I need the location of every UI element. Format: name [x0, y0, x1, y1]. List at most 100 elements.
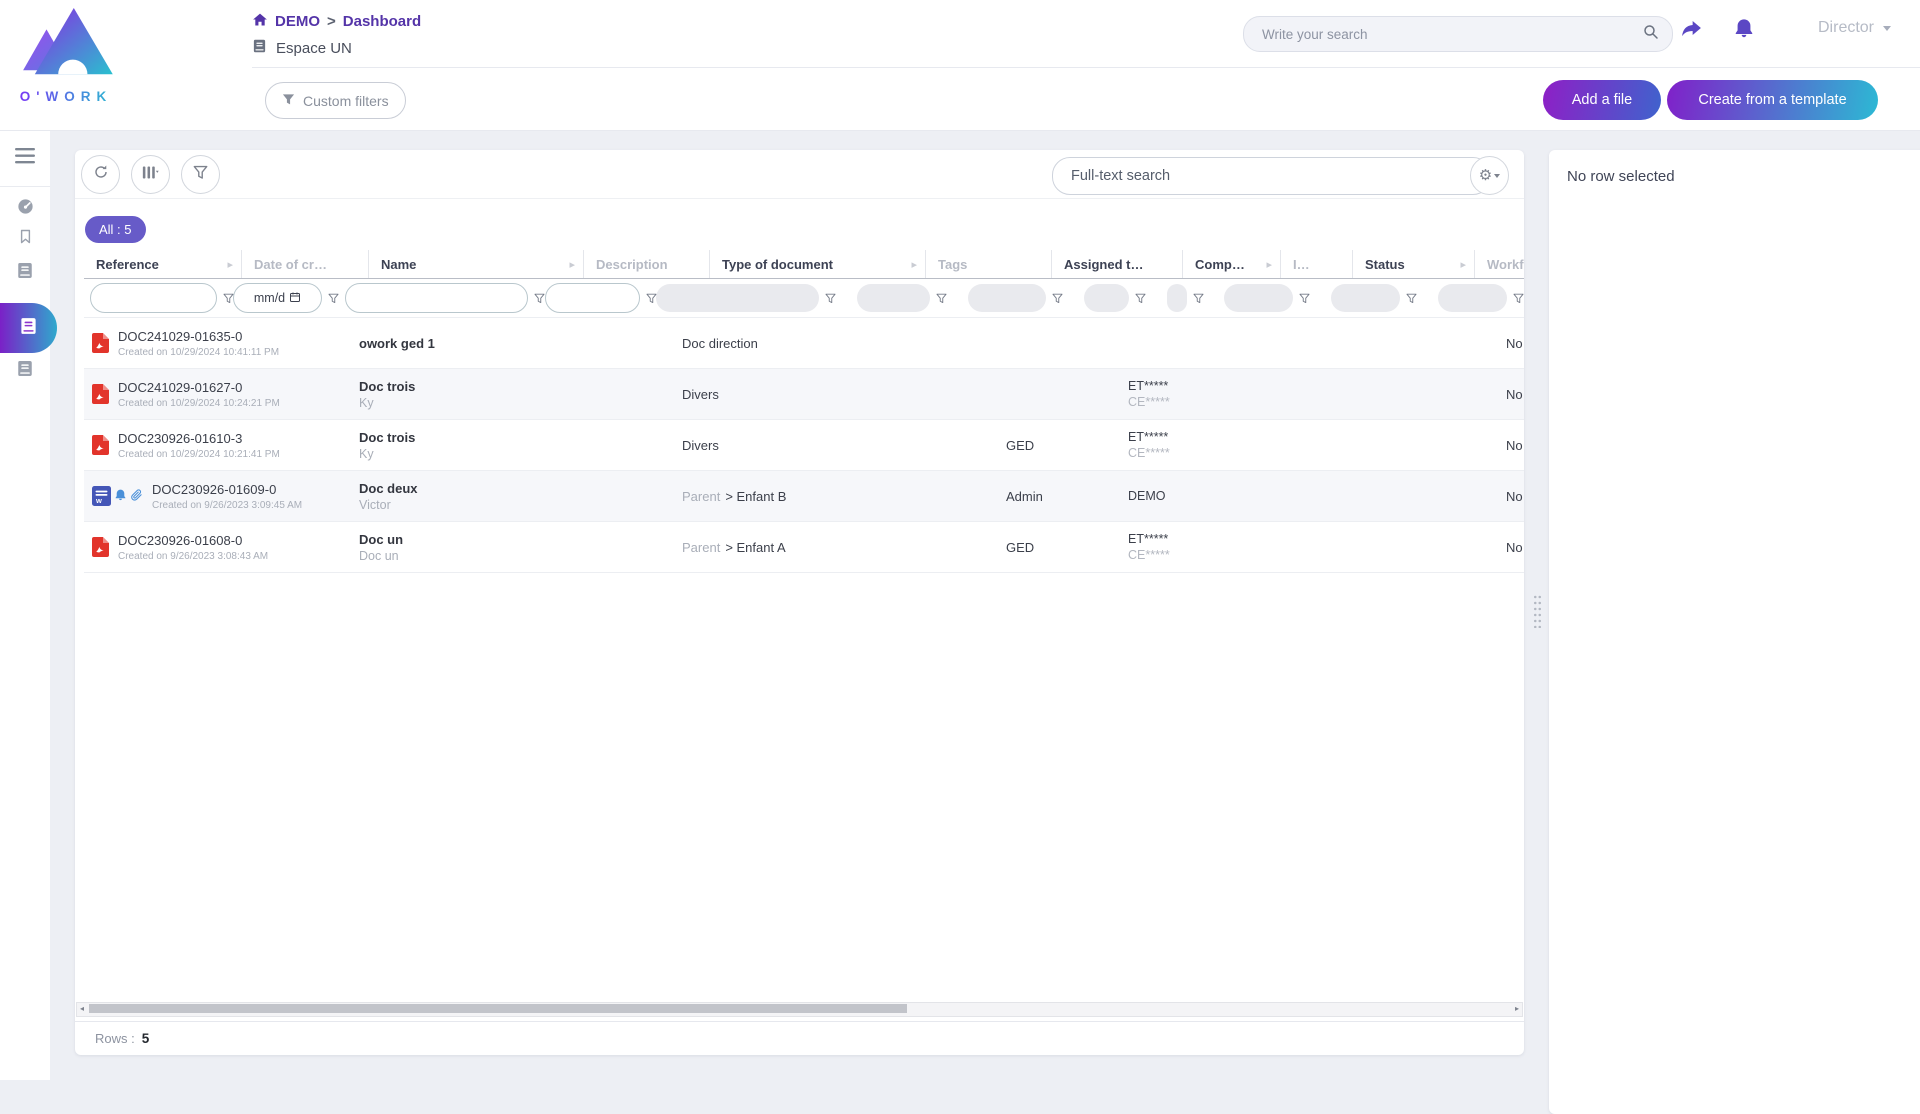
filter-funnel-icon[interactable] — [328, 293, 339, 304]
custom-filters-button[interactable]: Custom filters — [265, 82, 406, 119]
search-icon[interactable] — [1642, 23, 1660, 46]
company-secondary-value: CE***** — [1128, 446, 1170, 460]
brand-name: O'WORK — [14, 89, 118, 104]
cell-info — [1205, 522, 1268, 572]
column-header-date[interactable]: Date of cr… — [242, 250, 369, 278]
column-header-workflow[interactable]: Workflow — [1475, 250, 1524, 278]
refresh-icon — [93, 164, 109, 185]
sort-icon[interactable]: ▸ — [1460, 258, 1466, 271]
table-row[interactable]: DOC230926-01608-0Created on 9/26/2023 3:… — [84, 522, 1524, 573]
column-header-status[interactable]: Status▸ — [1353, 250, 1475, 278]
cell-workflow — [1381, 420, 1494, 470]
sort-icon[interactable]: ▸ — [911, 258, 917, 271]
document-type: > Enfant A — [725, 540, 785, 555]
cell-reference[interactable]: DOC230926-01608-0Created on 9/26/2023 3:… — [84, 522, 229, 572]
filter-select-info[interactable] — [1167, 284, 1187, 312]
table-filter-row: mm/d — [84, 279, 1524, 318]
column-header-reference[interactable]: Reference ▸ — [84, 250, 242, 278]
global-search-input[interactable] — [1260, 26, 1642, 43]
tab-all-documents[interactable]: All : 5 — [85, 216, 146, 243]
cell-yesno: No — [1494, 522, 1524, 572]
filter-funnel-icon[interactable] — [1052, 293, 1063, 304]
cell-status — [1268, 420, 1381, 470]
sidebar-item-dashboard[interactable] — [0, 197, 50, 221]
cell-info — [1205, 471, 1268, 521]
notifications-bell-icon[interactable] — [1733, 17, 1755, 40]
cell-reference[interactable]: wDOC230926-01609-0Created on 9/26/2023 3… — [84, 471, 229, 521]
filter-funnel-icon[interactable] — [1135, 293, 1146, 304]
filter-date-date[interactable]: mm/d — [233, 283, 322, 313]
column-label: Reference — [96, 257, 159, 272]
scroll-left-arrow-icon[interactable]: ◂ — [80, 1003, 84, 1014]
panel-resize-handle[interactable] — [1533, 594, 1542, 628]
filter-select-assigned[interactable] — [968, 284, 1046, 312]
breadcrumb-root[interactable]: DEMO — [275, 13, 320, 30]
sidebar-item-bookmarks[interactable] — [0, 227, 50, 251]
sort-icon[interactable]: ▸ — [227, 258, 233, 271]
filter-button[interactable] — [181, 155, 220, 194]
filter-funnel-icon[interactable] — [1513, 293, 1524, 304]
column-label: Assigned t… — [1064, 257, 1143, 272]
column-header-description[interactable]: Description — [584, 250, 710, 278]
type-parent-label: Parent — [682, 489, 720, 504]
filter-cell-tags — [851, 284, 962, 312]
menu-toggle-button[interactable] — [0, 131, 50, 187]
filter-select-workflow[interactable] — [1331, 284, 1400, 312]
sidebar-item-documents[interactable] — [0, 261, 50, 285]
sort-icon[interactable]: ▸ — [569, 258, 575, 271]
breadcrumb-current[interactable]: Dashboard — [343, 13, 421, 30]
column-header-assigned[interactable]: Assigned t… — [1052, 250, 1183, 278]
cell-info — [1205, 420, 1268, 470]
filter-funnel-icon[interactable] — [1193, 293, 1204, 304]
cell-type: Divers — [670, 420, 877, 470]
table-row[interactable]: DOC241029-01627-0Created on 10/29/2024 1… — [84, 369, 1524, 420]
cell-reference[interactable]: DOC230926-01610-3Created on 10/29/2024 1… — [84, 420, 229, 470]
share-icon[interactable] — [1678, 17, 1705, 40]
table-row[interactable]: DOC241029-01635-0Created on 10/29/2024 1… — [84, 318, 1524, 369]
column-header-info[interactable]: I… — [1281, 250, 1353, 278]
cell-tags — [877, 471, 994, 521]
sidebar-item-ged-active[interactable] — [0, 303, 57, 353]
sidebar-item-archive[interactable] — [0, 359, 50, 383]
cell-reference[interactable]: DOC241029-01627-0Created on 10/29/2024 1… — [84, 369, 229, 419]
cell-reference[interactable]: DOC241029-01635-0Created on 10/29/2024 1… — [84, 318, 229, 368]
table-settings-button[interactable]: ⚙ — [1470, 156, 1509, 195]
table-row[interactable]: DOC230926-01610-3Created on 10/29/2024 1… — [84, 420, 1524, 471]
filter-funnel-icon[interactable] — [1406, 293, 1417, 304]
filter-select-type[interactable] — [656, 284, 819, 312]
filter-select-yesno[interactable] — [1438, 284, 1507, 312]
filter-input-description[interactable] — [545, 283, 640, 313]
user-role-menu[interactable]: Director — [1818, 19, 1891, 37]
cell-tags — [877, 522, 994, 572]
columns-button[interactable] — [131, 155, 170, 194]
add-file-button[interactable]: Add a file — [1543, 80, 1661, 120]
horizontal-scrollbar[interactable]: ◂ ▸ — [76, 1002, 1523, 1017]
filter-funnel-icon[interactable] — [1299, 293, 1310, 304]
column-header-company[interactable]: Comp…▸ — [1183, 250, 1281, 278]
column-header-type[interactable]: Type of document▸ — [710, 250, 926, 278]
filter-select-company[interactable] — [1084, 284, 1129, 312]
scroll-right-arrow-icon[interactable]: ▸ — [1515, 1003, 1519, 1014]
create-from-template-button[interactable]: Create from a template — [1667, 80, 1878, 120]
scrollbar-thumb[interactable] — [89, 1004, 907, 1013]
filter-input-name[interactable] — [345, 283, 528, 313]
filter-select-tags[interactable] — [857, 284, 930, 312]
sort-icon[interactable]: ▸ — [1266, 258, 1272, 271]
home-icon[interactable] — [252, 12, 268, 31]
fulltext-search-input[interactable] — [1069, 167, 1474, 185]
app-logo[interactable]: O'WORK — [14, 6, 118, 104]
cell-description — [553, 471, 670, 521]
table-header-row: Reference ▸ Date of cr…Name▸DescriptionTyp… — [84, 250, 1524, 279]
filter-funnel-icon[interactable] — [936, 293, 947, 304]
breadcrumb-separator: > — [327, 13, 336, 30]
table-row[interactable]: wDOC230926-01609-0Created on 9/26/2023 3… — [84, 471, 1524, 522]
filter-input-reference[interactable] — [90, 283, 217, 313]
refresh-button[interactable] — [81, 155, 120, 194]
name-block: Doc troisKy — [359, 430, 415, 461]
column-header-tags[interactable]: Tags — [926, 250, 1052, 278]
filter-funnel-icon[interactable] — [825, 293, 836, 304]
column-header-name[interactable]: Name▸ — [369, 250, 584, 278]
breadcrumb: DEMO > Dashboard Espace UN — [252, 12, 421, 58]
filter-select-status[interactable] — [1224, 284, 1293, 312]
cell-name: owork ged 1 — [347, 318, 553, 368]
